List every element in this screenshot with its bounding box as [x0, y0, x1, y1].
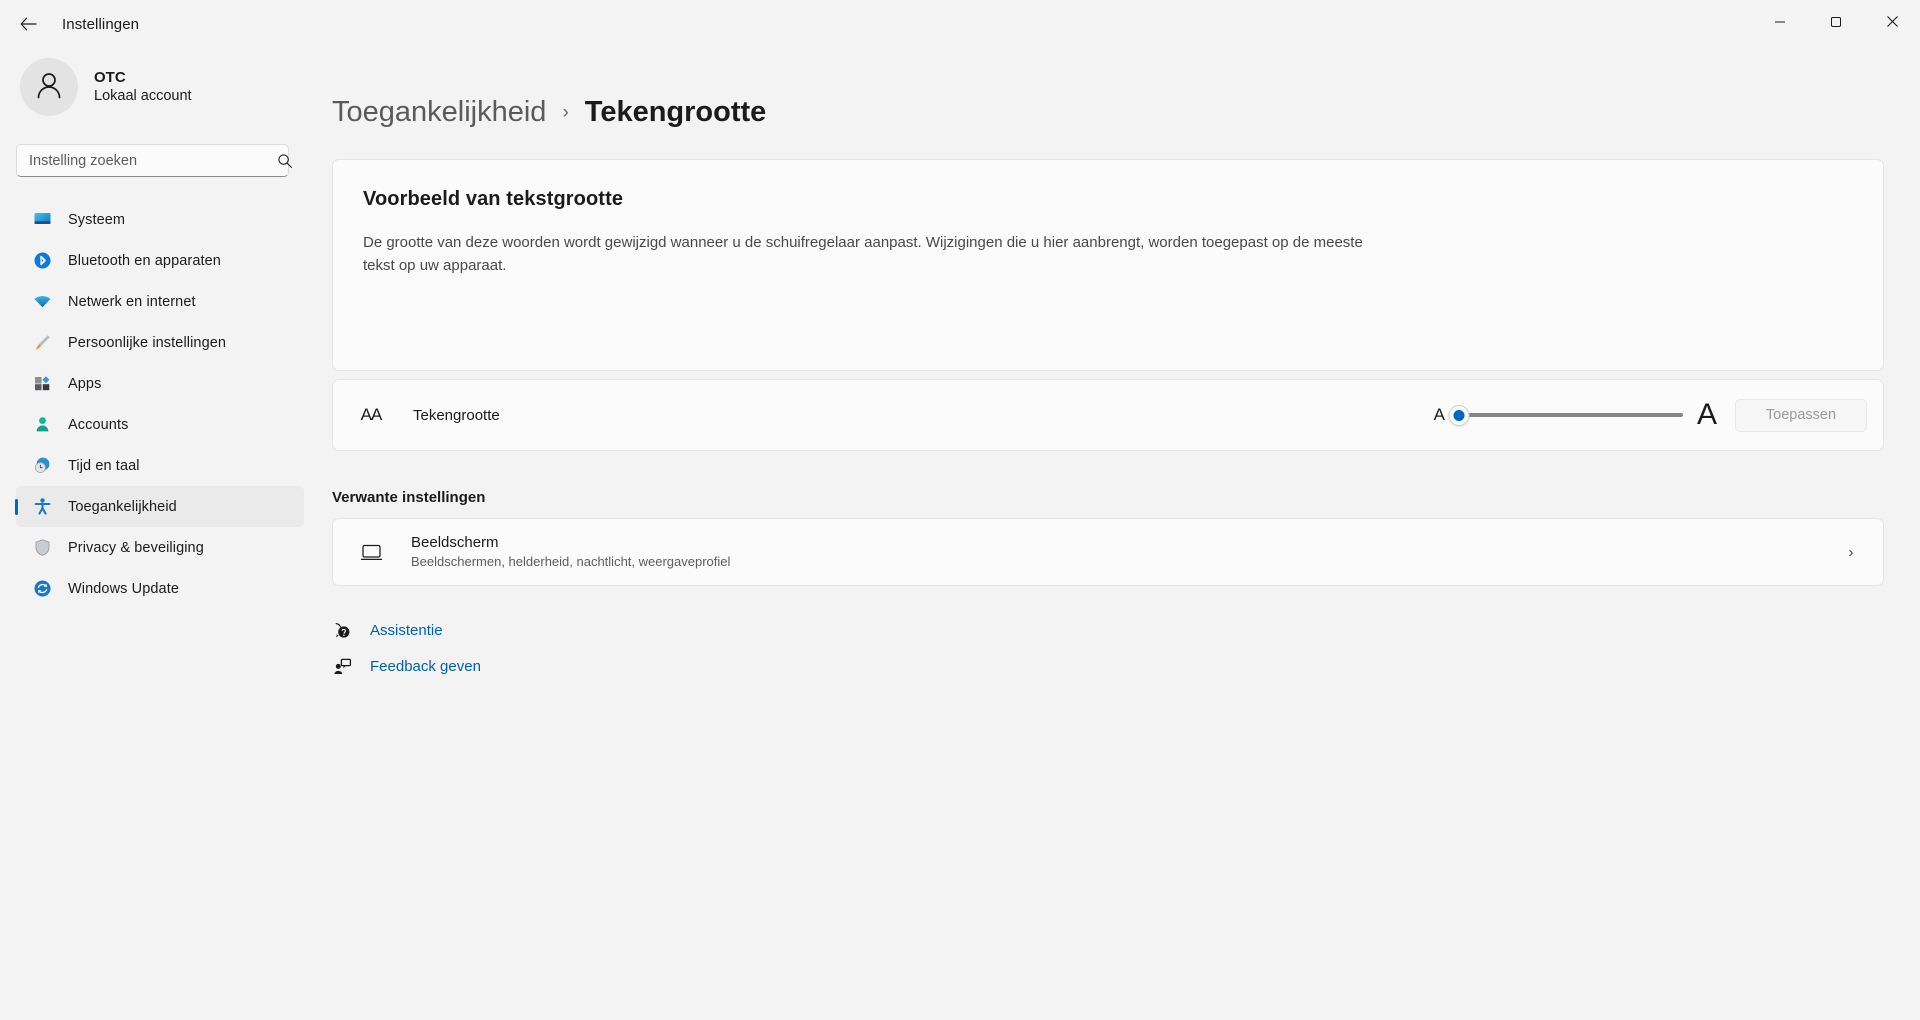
clock-globe-icon — [32, 456, 52, 476]
aa-text-size-icon: AA — [360, 405, 383, 424]
title-bar: Instellingen — [0, 0, 1920, 48]
sidebar-item-label: Bluetooth en apparaten — [68, 252, 221, 269]
chevron-right-icon: › — [1848, 543, 1854, 561]
text-size-slider-card: AA Tekengrootte A A Toepassen — [332, 379, 1884, 451]
breadcrumb-parent[interactable]: Toegankelijkheid — [332, 96, 546, 129]
footer-link-label: Assistentie — [370, 621, 443, 639]
bluetooth-icon — [32, 251, 52, 271]
related-item-title: Beeldscherm — [411, 534, 499, 552]
slider-track — [1458, 413, 1683, 417]
main-content: Toegankelijkheid › Tekengrootte Voorbeel… — [320, 48, 1920, 1020]
sidebar-nav: Systeem Bluetooth en apparaten Netwerk e… — [16, 199, 304, 609]
preview-title: Voorbeeld van tekstgrootte — [363, 188, 624, 210]
sidebar-item-label: Accounts — [68, 416, 129, 433]
sidebar: OTC Lokaal account Instelling zoeken Sys… — [0, 48, 320, 1020]
window-title: Instellingen — [62, 15, 140, 33]
app-shell: OTC Lokaal account Instelling zoeken Sys… — [0, 48, 1920, 1020]
slider-max-label: A — [1696, 398, 1717, 431]
accessibility-icon — [32, 497, 52, 517]
feedback-link[interactable]: Feedback geven — [332, 656, 481, 676]
sidebar-item-systeem[interactable]: Systeem — [16, 199, 304, 240]
sidebar-item-label: Netwerk en internet — [68, 293, 196, 310]
breadcrumb: Toegankelijkheid › Tekengrootte — [332, 96, 1884, 129]
slider-thumb[interactable] — [1448, 404, 1470, 426]
sidebar-item-label: Tijd en taal — [68, 457, 140, 474]
sidebar-item-label: Persoonlijke instellingen — [68, 334, 227, 351]
related-settings-heading: Verwante instellingen — [332, 489, 486, 506]
account-name: OTC — [94, 69, 126, 87]
related-item-subtitle: Beeldschermen, helderheid, nachtlicht, w… — [411, 554, 731, 570]
sidebar-item-netwerk-en-internet[interactable]: Netwerk en internet — [16, 281, 304, 322]
shield-icon — [32, 538, 52, 558]
sidebar-item-label: Privacy & beveiliging — [68, 539, 204, 556]
avatar — [20, 58, 78, 116]
close-icon — [1886, 15, 1899, 33]
back-button[interactable] — [8, 8, 48, 40]
wifi-icon — [32, 292, 52, 312]
sidebar-item-label: Toegankelijkheid — [68, 498, 177, 515]
sidebar-item-label: Apps — [68, 375, 102, 392]
text-size-label: Tekengrootte — [413, 406, 500, 424]
arrow-left-icon — [20, 17, 37, 31]
apply-button[interactable]: Toepassen — [1735, 398, 1867, 432]
window-controls — [1752, 0, 1920, 48]
help-link[interactable]: Assistentie — [332, 620, 443, 640]
sidebar-item-toegankelijkheid[interactable]: Toegankelijkheid — [16, 486, 304, 527]
text-size-slider[interactable] — [1448, 399, 1683, 431]
text-size-preview-card: Voorbeeld van tekstgrootte De grootte va… — [332, 159, 1884, 371]
minimize-icon — [1774, 15, 1786, 33]
sidebar-item-accounts[interactable]: Accounts — [16, 404, 304, 445]
sidebar-item-privacy-beveiliging[interactable]: Privacy & beveiliging — [16, 527, 304, 568]
sidebar-item-bluetooth-en-apparaten[interactable]: Bluetooth en apparaten — [16, 240, 304, 281]
maximize-icon — [1830, 15, 1842, 33]
feedback-person-icon — [332, 656, 352, 676]
footer-links: Assistentie Feedback geven — [332, 620, 1884, 676]
related-item-beeldscherm[interactable]: Beeldscherm Beeldschermen, helderheid, n… — [332, 518, 1884, 586]
search-input[interactable] — [16, 144, 289, 177]
account-person-icon — [32, 415, 52, 435]
page-title: Tekengrootte — [584, 96, 767, 128]
footer-link-label: Feedback geven — [370, 657, 481, 675]
sidebar-item-windows-update[interactable]: Windows Update — [16, 568, 304, 609]
maximize-button[interactable] — [1808, 0, 1864, 48]
display-monitor-icon — [357, 540, 385, 565]
preview-body: De grootte van deze woorden wordt gewijz… — [363, 234, 1363, 275]
slider-min-label: A — [1433, 405, 1445, 424]
search-icon[interactable] — [274, 150, 296, 172]
update-refresh-icon — [32, 579, 52, 599]
help-question-icon — [332, 620, 352, 640]
text-size-slider-area: A A — [1434, 399, 1717, 431]
sidebar-item-persoonlijke-instellingen[interactable]: Persoonlijke instellingen — [16, 322, 304, 363]
minimize-button[interactable] — [1752, 0, 1808, 48]
sidebar-item-apps[interactable]: Apps — [16, 363, 304, 404]
paintbrush-icon — [32, 333, 52, 353]
close-button[interactable] — [1864, 0, 1920, 48]
person-icon — [32, 68, 66, 107]
apps-icon — [32, 374, 52, 394]
chevron-right-icon: › — [562, 101, 569, 123]
sidebar-item-tijd-en-taal[interactable]: Tijd en taal — [16, 445, 304, 486]
account-summary[interactable]: OTC Lokaal account — [16, 48, 304, 118]
sidebar-item-label: Systeem — [68, 211, 126, 228]
search-box — [16, 144, 304, 177]
monitor-icon — [32, 210, 52, 230]
sidebar-item-label: Windows Update — [68, 580, 180, 597]
account-type: Lokaal account — [94, 88, 192, 105]
